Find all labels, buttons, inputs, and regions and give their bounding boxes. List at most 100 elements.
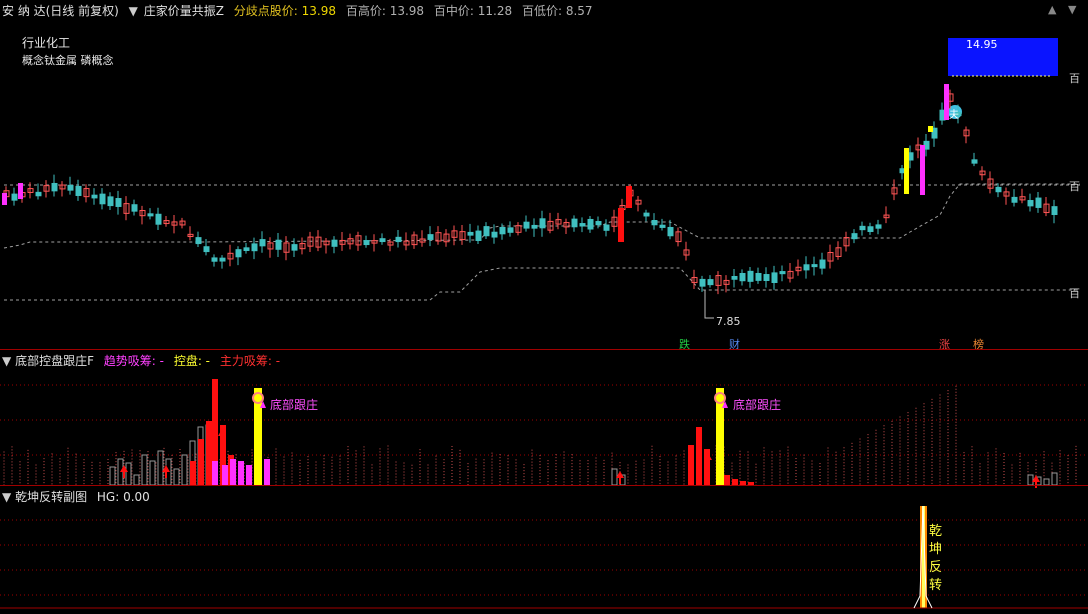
candle-body [771, 272, 778, 283]
reversal-char-1: 乾 [929, 524, 943, 539]
candle-body [235, 249, 242, 258]
hollow-volume-bar [133, 474, 140, 486]
hollow-volume-bar [109, 466, 116, 486]
candle-body [699, 278, 706, 287]
candle-body [643, 212, 650, 217]
candle-body [259, 239, 266, 247]
hollow-volume-bar [157, 450, 164, 486]
candle-body [67, 184, 74, 191]
tick-marker: 夫 [949, 110, 959, 121]
candle-body [779, 271, 786, 275]
candle-body [875, 224, 882, 229]
red-arrow-icon [120, 465, 128, 472]
candle-body [243, 247, 250, 251]
candle-highlight [920, 145, 925, 195]
candle-highlight [2, 193, 7, 205]
candle-body [99, 193, 106, 205]
candle-body [475, 230, 482, 241]
control-label: 控盘: - [173, 354, 211, 368]
candle-body [1051, 206, 1058, 216]
red-volume-bar [688, 445, 694, 485]
red-volume-bar [206, 421, 212, 485]
candle-body [507, 227, 514, 233]
candle-body [11, 193, 18, 201]
candle-body [739, 272, 746, 282]
panel2-title[interactable]: 底部控盘跟庄F [15, 354, 94, 368]
panel3-title[interactable]: 乾坤反转副图 [15, 490, 87, 504]
hollow-volume-bar [611, 468, 618, 486]
candle-body [91, 194, 98, 199]
hollow-volume-bar [1027, 474, 1034, 486]
magenta-volume-bar [246, 465, 252, 485]
lower-band-line [4, 267, 1080, 301]
candle-body [211, 257, 218, 262]
candle-body [659, 224, 666, 228]
candle-body [131, 204, 138, 212]
candle-body [867, 226, 874, 232]
right-mark-2: 百 [1069, 180, 1080, 193]
candle-body [523, 221, 530, 229]
reversal-char-4: 转 [929, 578, 943, 593]
candle-body [1027, 200, 1034, 207]
candle-body [571, 218, 578, 228]
hollow-volume-bar [125, 462, 132, 486]
hollow-volume-bar [141, 454, 148, 486]
panel-divider [0, 485, 1088, 486]
candle-body [219, 257, 226, 262]
red-volume-bar [696, 427, 702, 485]
signal-text-1: 底部跟庄 [270, 398, 319, 412]
candle-body [107, 196, 114, 207]
candle-body [379, 238, 386, 243]
candle-body [531, 224, 538, 229]
candle-body [707, 279, 714, 286]
candle-body [651, 220, 658, 226]
candle-body [763, 274, 770, 281]
candle-body [667, 226, 674, 237]
candle-body [275, 239, 282, 250]
candle-body [731, 276, 738, 280]
max-price-label: 14.95 [966, 38, 998, 51]
candle-body [331, 239, 338, 247]
candlestick-chart[interactable] [0, 0, 1088, 614]
reversal-char-2: 坤 [929, 542, 943, 557]
red-volume-bar [190, 461, 196, 485]
panel2-header: ▼ 底部控盘跟庄F 趋势吸筹: - 控盘: - 主力吸筹: - [2, 352, 280, 369]
candle-body [859, 225, 866, 231]
candle-body [251, 243, 258, 252]
candle-body [363, 240, 370, 246]
candle-body [427, 234, 434, 240]
red-volume-bar [724, 475, 730, 485]
candle-body [851, 233, 858, 240]
signal-text-2: 底部跟庄 [733, 398, 782, 412]
magenta-volume-bar [230, 459, 236, 485]
trend-label: 趋势吸筹: - [103, 354, 164, 368]
candle-body [483, 226, 490, 237]
candle-highlight [904, 148, 909, 194]
candle-body [115, 198, 122, 207]
chevron-down-icon[interactable]: ▼ [2, 490, 11, 504]
red-volume-bar [198, 439, 204, 485]
candle-body [747, 270, 754, 282]
candle-body [811, 264, 818, 268]
candle-body [755, 272, 762, 281]
panel3-header: ▼ 乾坤反转副图 HG: 0.00 [2, 488, 150, 505]
main-label: 主力吸筹: - [219, 354, 281, 368]
right-mark-1: 百 [1069, 72, 1080, 85]
magenta-volume-bar [264, 459, 270, 485]
red-volume-bar [704, 449, 710, 485]
candle-body [603, 224, 610, 231]
candle-highlight [626, 186, 632, 208]
low-price-pointer [704, 290, 714, 319]
candle-body [195, 237, 202, 245]
candle-body [395, 236, 402, 243]
candle-highlight [618, 208, 624, 242]
candle-body [203, 246, 210, 253]
candle-body [971, 159, 978, 164]
chevron-down-icon[interactable]: ▼ [2, 354, 11, 368]
candle-highlight [928, 126, 933, 132]
candle-body [155, 213, 162, 225]
candle-body [819, 259, 826, 269]
magenta-volume-bar [238, 461, 244, 485]
hg-label: HG: 0.00 [96, 490, 150, 504]
candle-body [491, 231, 498, 238]
